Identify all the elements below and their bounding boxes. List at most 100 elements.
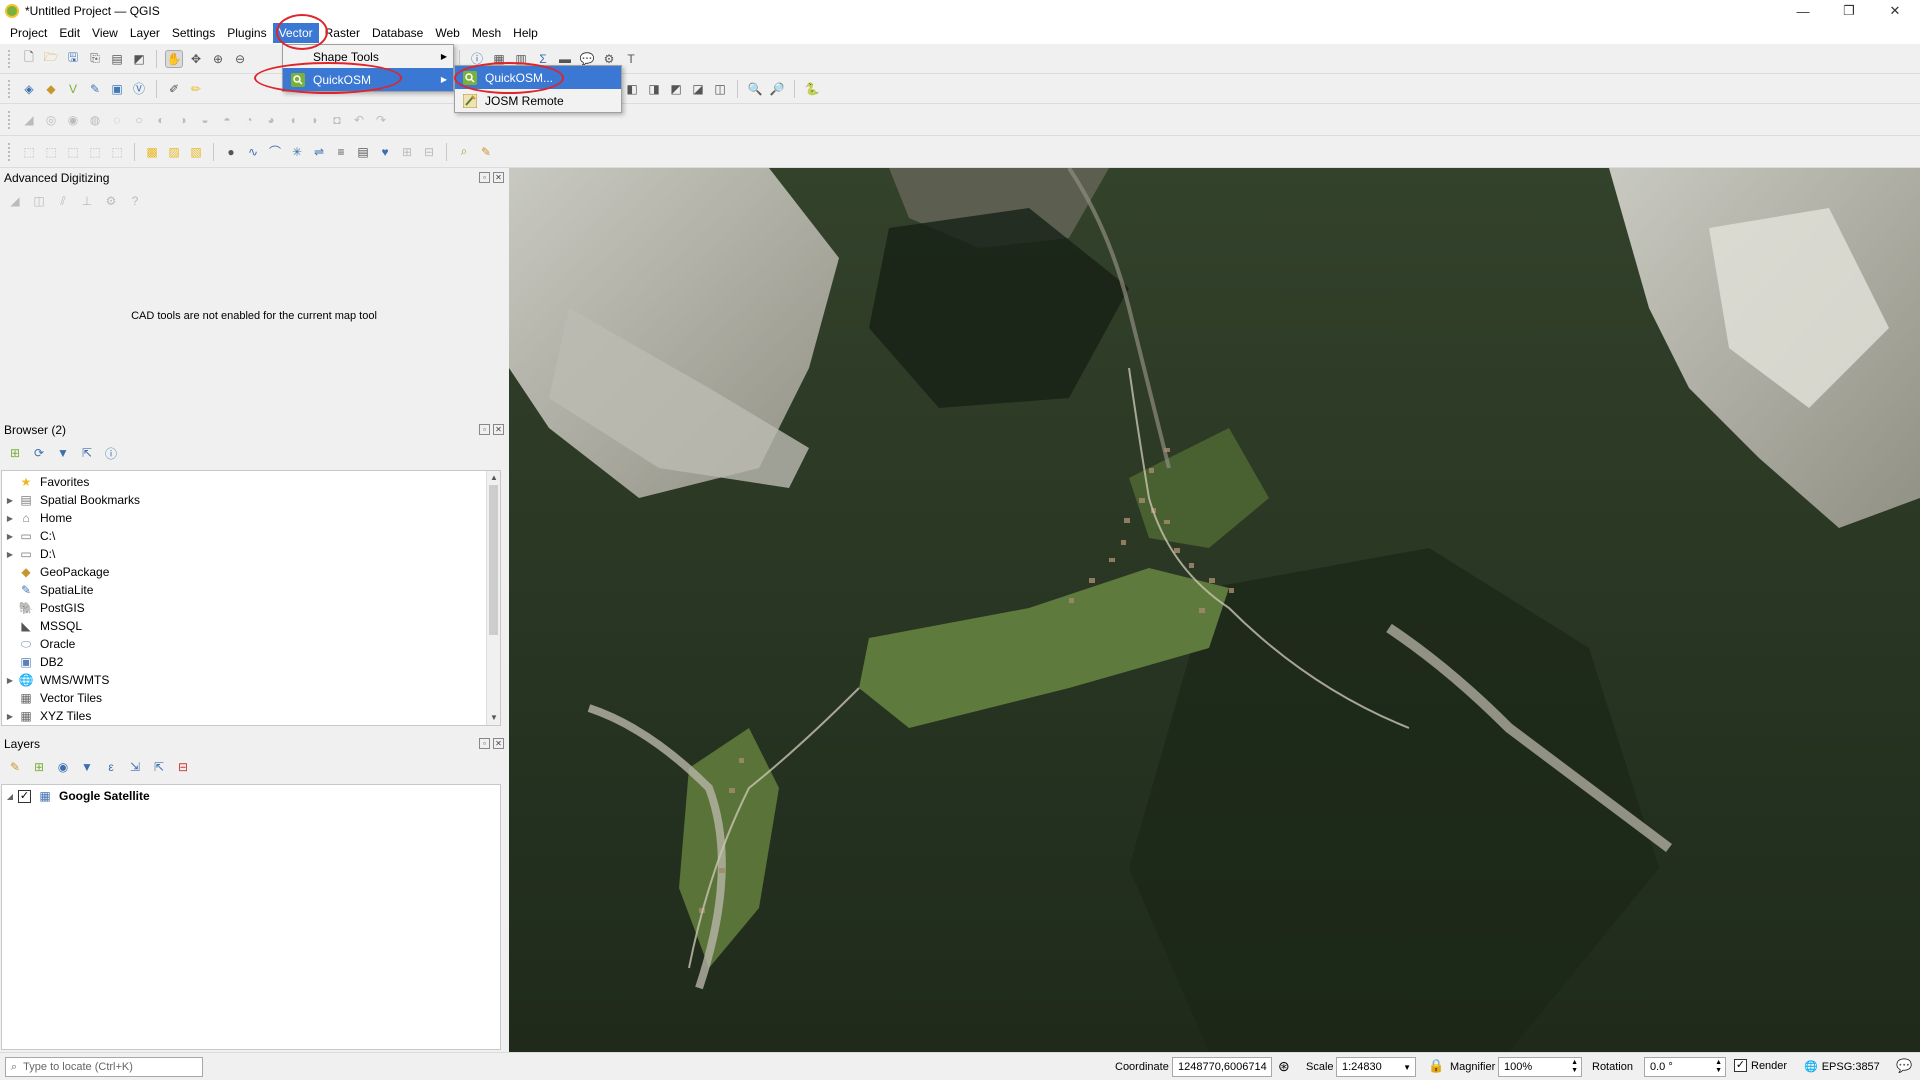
browser-item-wms-wmts[interactable]: ▶ 🌐 WMS/WMTS [2, 671, 500, 689]
remove-layer-icon[interactable]: ⊟ [174, 758, 192, 776]
expand-arrow-icon[interactable]: ▶ [2, 550, 18, 559]
select-features-icon[interactable]: ▩ [143, 143, 161, 161]
grid-tool-icon[interactable]: ≡ [332, 143, 350, 161]
data-source-manager-icon[interactable]: ◈ [20, 80, 38, 98]
python-console-icon[interactable]: 🐍 [803, 80, 821, 98]
menu-item-quickosm[interactable]: QuickOSM ▶ [283, 68, 453, 91]
browser-item-favorites[interactable]: ★ Favorites [2, 473, 500, 491]
refresh-icon[interactable]: ⟳ [30, 444, 48, 462]
info-icon[interactable]: ⓘ [102, 444, 120, 462]
menu-plugins[interactable]: Plugins [221, 23, 272, 43]
pan-icon[interactable]: ✋ [165, 49, 183, 68]
new-temp-layer-icon[interactable]: ▣ [108, 80, 126, 98]
menu-database[interactable]: Database [366, 23, 429, 43]
spinner-arrows-icon[interactable]: ▲ ▼ [1715, 1059, 1722, 1075]
label-show-icon[interactable]: ◩ [667, 80, 685, 98]
spinner-arrows-icon[interactable]: ▲ ▼ [1571, 1059, 1578, 1075]
new-virtual-layer-icon[interactable]: Ⓥ [130, 80, 148, 98]
scale-combobox[interactable]: 1:24830 ▼ [1336, 1057, 1416, 1077]
manage-visibility-icon[interactable]: ◉ [54, 758, 72, 776]
toggle-extents-icon[interactable]: ⊛ [1278, 1058, 1290, 1075]
josm-toolbar-icon[interactable]: ✎ [477, 143, 495, 161]
deselect-icon[interactable]: ⬚ [64, 143, 82, 161]
render-checkbox[interactable]: ✓ [1734, 1059, 1747, 1072]
vertex-tool-icon[interactable]: ✳ [288, 143, 306, 161]
menu-item-quickosm-dialog[interactable]: QuickOSM... [455, 66, 621, 89]
map-canvas[interactable] [509, 168, 1920, 1052]
select-all-icon[interactable]: ⬚ [86, 143, 104, 161]
menu-project[interactable]: Project [4, 23, 53, 43]
zoom-in-icon[interactable]: ⊕ [209, 50, 227, 68]
style-layer-icon[interactable]: ✎ [6, 758, 24, 776]
style-manager-icon[interactable]: ◩ [130, 50, 148, 68]
scroll-up-icon[interactable]: ▲ [487, 471, 501, 485]
label-rotate-icon[interactable]: ◫ [711, 80, 729, 98]
print-layout-icon[interactable]: ▤ [108, 50, 126, 68]
save-project-icon[interactable]: 🖫 [64, 50, 82, 68]
open-project-icon[interactable]: 🗁 [42, 50, 60, 68]
close-panel-icon[interactable]: ✕ [493, 738, 504, 749]
metasearch-icon[interactable]: 🔍 [746, 80, 764, 98]
menu-layer[interactable]: Layer [124, 23, 166, 43]
filter-legend-icon[interactable]: ▼ [78, 758, 96, 776]
browser-item-db2[interactable]: ▣ DB2 [2, 653, 500, 671]
browser-item-xyz-tiles[interactable]: ▶ ▦ XYZ Tiles [2, 707, 500, 725]
browser-item-mssql[interactable]: ◣ MSSQL [2, 617, 500, 635]
label-pin-icon[interactable]: ◨ [645, 80, 663, 98]
browser-item-geopackage[interactable]: ◆ GeoPackage [2, 563, 500, 581]
float-panel-icon[interactable]: ▫ [479, 738, 490, 749]
current-edits-icon[interactable]: ✐ [165, 80, 183, 98]
rotation-spinbox[interactable]: 0.0 ° ▲ ▼ [1644, 1057, 1726, 1077]
menu-settings[interactable]: Settings [166, 23, 221, 43]
magnifier-spinbox[interactable]: 100% ▲ ▼ [1498, 1057, 1582, 1077]
maximize-button[interactable]: ❐ [1826, 0, 1872, 22]
menu-item-shape-tools[interactable]: Shape Tools ▶ [283, 45, 453, 68]
zoom-out-icon[interactable]: ⊖ [231, 50, 249, 68]
save-as-icon[interactable]: ⎘ [86, 50, 104, 68]
expand-arrow-icon[interactable]: ▶ [2, 514, 18, 523]
quickosm-toolbar-icon[interactable]: ⌕ [455, 143, 473, 161]
transform-icon[interactable]: ⊞ [398, 143, 416, 161]
expand-all-icon[interactable]: ⇲ [126, 758, 144, 776]
expand-arrow-icon[interactable]: ▶ [2, 496, 18, 505]
expand-arrow-icon[interactable]: ▶ [2, 532, 18, 541]
label-move-icon[interactable]: ◪ [689, 80, 707, 98]
locator-input[interactable]: ⌕ Type to locate (Ctrl+K) [5, 1057, 203, 1077]
browser-item-vector-tiles[interactable]: ▦ Vector Tiles [2, 689, 500, 707]
dropdown-arrow-icon[interactable]: ▼ [1403, 1063, 1411, 1072]
close-panel-icon[interactable]: ✕ [493, 172, 504, 183]
new-shapefile-icon[interactable]: V [64, 80, 82, 98]
close-panel-icon[interactable]: ✕ [493, 424, 504, 435]
curve-tool-icon[interactable]: ⌒ [266, 143, 284, 161]
metasearch-results-icon[interactable]: 🔎 [768, 80, 786, 98]
select-by-area-icon[interactable]: ⬚ [20, 143, 38, 161]
browser-item-home[interactable]: ▶ ⌂ Home [2, 509, 500, 527]
profile-icon[interactable]: ▤ [354, 143, 372, 161]
menu-edit[interactable]: Edit [53, 23, 86, 43]
filter-expression-icon[interactable]: ε [102, 758, 120, 776]
messages-icon[interactable]: 💬 [1896, 1058, 1912, 1074]
expand-arrow-icon[interactable]: ▶ [2, 676, 18, 685]
heart-tool-icon[interactable]: ♥ [376, 143, 394, 161]
expand-arrow-icon[interactable]: ◢ [2, 792, 18, 801]
lock-scale-icon[interactable]: 🔒 [1428, 1058, 1444, 1074]
layer-visibility-checkbox[interactable]: ✓ [18, 789, 31, 803]
minimize-button[interactable]: — [1780, 0, 1826, 22]
browser-item-postgis[interactable]: 🐘 PostGIS [2, 599, 500, 617]
render-toggle[interactable]: ✓ Render [1734, 1059, 1787, 1072]
select-by-expression-icon[interactable]: ▨ [165, 143, 183, 161]
layer-row[interactable]: ◢ ✓ ▦ Google Satellite [2, 787, 500, 805]
browser-item-c[interactable]: ▶ ▭ C:\ [2, 527, 500, 545]
add-selected-layers-icon[interactable]: ⊞ [6, 444, 24, 462]
deselect-features-icon[interactable]: ▧ [187, 143, 205, 161]
filter-icon[interactable]: ▼ [54, 444, 72, 462]
scale-icon[interactable]: ⊟ [420, 143, 438, 161]
add-group-icon[interactable]: ⊞ [30, 758, 48, 776]
menu-help[interactable]: Help [507, 23, 544, 43]
toggle-editing-icon[interactable]: ✏ [187, 80, 205, 98]
line-tool-icon[interactable]: ∿ [244, 143, 262, 161]
invert-selection-icon[interactable]: ⬚ [108, 143, 126, 161]
scroll-down-icon[interactable]: ▼ [487, 711, 501, 725]
point-tool-icon[interactable]: ● [222, 143, 240, 161]
label-tool-icon[interactable]: ◧ [623, 80, 641, 98]
